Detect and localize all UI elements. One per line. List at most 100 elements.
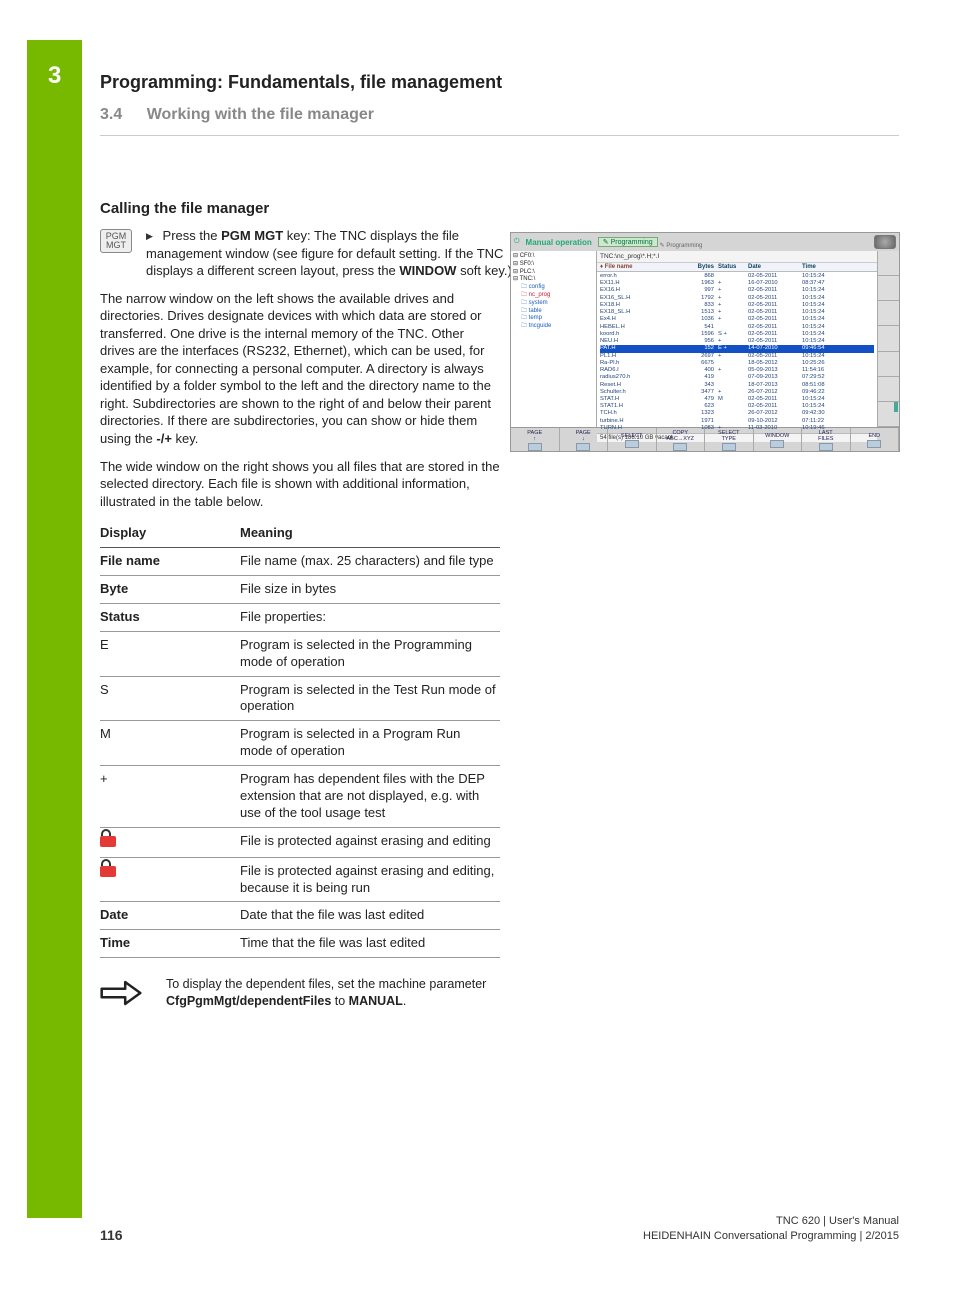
power-icon: ⏻	[514, 238, 520, 246]
file-row: PL1.H2697+02-05-201110:15:24	[600, 353, 874, 360]
note-text: To display the dependent files, set the …	[166, 976, 500, 1010]
footer-right: TNC 620 | User's Manual HEIDENHAIN Conve…	[643, 1214, 899, 1243]
tree-folder: 🗀 tncguide	[513, 323, 594, 331]
shot-tree: ⊟ CF0:\⊟ SF0:\⊟ PLC:\⊟ TNC:\🗀 config🗀 nc…	[511, 251, 597, 427]
shot-softkey-row: PAGE ↑PAGE ↓SELECTCOPY ABC→XYZSELECT TYP…	[511, 427, 899, 452]
file-row: error.h86802-05-201110:15:24	[600, 273, 874, 280]
table-row: File nameFile name (max. 25 characters) …	[100, 548, 500, 576]
shot-side-buttons	[877, 251, 899, 427]
meaning-cell: File size in bytes	[240, 575, 500, 603]
tree-folder: 🗀 nc_prog	[513, 292, 594, 300]
file-row: EX16.H997+02-05-201110:15:24	[600, 287, 874, 294]
file-row: Ra-Pl.h667518-05-201210:25:26	[600, 360, 874, 367]
page-footer: 116 TNC 620 | User's Manual HEIDENHAIN C…	[100, 1214, 899, 1243]
display-cell: Date	[100, 902, 240, 930]
lock-icon	[100, 863, 116, 877]
section-name: Working with the file manager	[147, 106, 374, 123]
meaning-cell: Program is selected in the Programming m…	[240, 631, 500, 676]
step-text: Press the PGM MGT key: The TNC displays …	[146, 227, 516, 280]
shot-main: TNC:\nc_prog\*.H;*.I ♦ File name Bytes S…	[597, 251, 877, 427]
meaning-cell: Date that the file was last edited	[240, 902, 500, 930]
file-row: TCH.h132326-07-201209:42:30	[600, 410, 874, 417]
chapter-number: 3	[48, 62, 61, 90]
file-row: EX18.H833+02-05-201110:15:24	[600, 302, 874, 309]
shot-mode-sub: ✎ Programming	[660, 242, 703, 249]
display-cell: File name	[100, 548, 240, 576]
meaning-cell: Program is selected in a Program Run mod…	[240, 721, 500, 766]
meaning-cell: File properties:	[240, 603, 500, 631]
display-cell	[100, 857, 240, 902]
file-row: Ex4.H1036+02-05-201110:15:24	[600, 316, 874, 323]
meaning-cell: Program has dependent files with the DEP…	[240, 766, 500, 828]
paragraph-1: The narrow window on the left shows the …	[100, 290, 500, 448]
tree-drive: ⊟ SF0:\	[513, 261, 594, 269]
file-row: NEU.H956+02-05-201110:15:24	[600, 338, 874, 345]
table-row: +Program has dependent files with the DE…	[100, 766, 500, 828]
tree-folder: 🗀 temp	[513, 315, 594, 323]
side-button	[878, 326, 899, 351]
side-button	[878, 301, 899, 326]
side-button	[878, 251, 899, 276]
chapter-title: Programming: Fundamentals, file manageme…	[100, 72, 502, 93]
pgm-mgt-key: PGM MGT	[100, 229, 132, 253]
meaning-cell: Time that the file was last edited	[240, 930, 500, 958]
table-row: File is protected against erasing and ed…	[100, 827, 500, 857]
page-number: 116	[100, 1227, 123, 1243]
file-row: STAT.H479M02-05-201110:15:24	[600, 396, 874, 403]
table-row: DateDate that the file was last edited	[100, 902, 500, 930]
table-row: MProgram is selected in a Program Run mo…	[100, 721, 500, 766]
display-cell: E	[100, 631, 240, 676]
shot-mode-left: Manual operation	[526, 238, 592, 247]
file-manager-screenshot: ⏻ Manual operation ✎ Programming ✎ Progr…	[510, 232, 900, 452]
side-button	[878, 276, 899, 301]
shot-path: TNC:\nc_prog\*.H;*.I	[597, 251, 877, 263]
file-row: Reset.H34318-07-201308:51:08	[600, 382, 874, 389]
tree-folder: 🗀 config	[513, 284, 594, 292]
softkey: END	[851, 428, 900, 452]
softkey: WINDOW	[754, 428, 803, 452]
table-row: SProgram is selected in the Test Run mod…	[100, 676, 500, 721]
display-cell: M	[100, 721, 240, 766]
note-row: To display the dependent files, set the …	[100, 976, 500, 1011]
file-row: EX16_SL.H1792+02-05-201110:15:24	[600, 295, 874, 302]
table-row: File is protected against erasing and ed…	[100, 857, 500, 902]
display-cell: Byte	[100, 575, 240, 603]
display-cell: +	[100, 766, 240, 828]
file-row: RAD6.I400+05-09-201311:54:16	[600, 367, 874, 374]
softkey: PAGE ↓	[560, 428, 609, 452]
table-row: ByteFile size in bytes	[100, 575, 500, 603]
gear-icon	[874, 235, 896, 249]
display-cell	[100, 827, 240, 857]
softkey: SELECT TYPE	[705, 428, 754, 452]
display-cell: Time	[100, 930, 240, 958]
file-row: STAT1.H62302-05-201110:15:24	[600, 403, 874, 410]
softkey: SELECT	[608, 428, 657, 452]
section-title: 3.4 Working with the file manager	[100, 106, 374, 124]
note-arrow-icon	[100, 976, 148, 1011]
file-row: turbine.H197109-10-201207:11:22	[600, 418, 874, 425]
subheading: Calling the file manager	[100, 200, 900, 217]
shot-file-list: error.h86802-05-201110:15:24EX11.H1963+1…	[597, 272, 877, 433]
file-row: HEBEL.H54102-05-201110:15:24	[600, 324, 874, 331]
side-button	[878, 402, 899, 427]
file-row: koord.h1596S +02-05-201110:15:24	[600, 331, 874, 338]
col-display: Display	[100, 520, 240, 547]
softkey: LAST FILES	[802, 428, 851, 452]
file-row: EX18_SL.H1513+02-05-201110:15:24	[600, 309, 874, 316]
softkey: COPY ABC→XYZ	[657, 428, 706, 452]
tree-drive: ⊟ CF0:\	[513, 253, 594, 261]
table-row: TimeTime that the file was last edited	[100, 930, 500, 958]
shot-header: ⏻ Manual operation ✎ Programming ✎ Progr…	[511, 233, 899, 251]
meaning-cell: File is protected against erasing and ed…	[240, 857, 500, 902]
table-row: EProgram is selected in the Programming …	[100, 631, 500, 676]
meaning-cell: File name (max. 25 characters) and file …	[240, 548, 500, 576]
display-meaning-table: Display Meaning File nameFile name (max.…	[100, 520, 500, 958]
table-row: StatusFile properties:	[100, 603, 500, 631]
softkey: PAGE ↑	[511, 428, 560, 452]
lock-icon	[100, 833, 116, 847]
file-row: Schulter.h3477+26-07-201209:46:22	[600, 389, 874, 396]
paragraph-2: The wide window on the right shows you a…	[100, 458, 500, 511]
file-row: PAT.H152E +14-07-201009:46:54	[600, 345, 874, 352]
file-row: EX11.H1963+16-07-201008:37:47	[600, 280, 874, 287]
tree-drive: ⊟ PLC:\	[513, 269, 594, 277]
